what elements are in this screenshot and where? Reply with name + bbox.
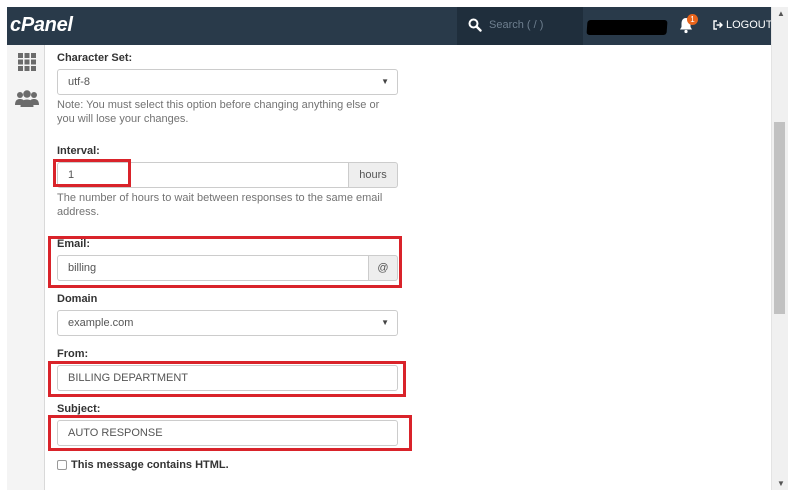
interval-highlight [53,159,131,187]
logout-label: LOGOUT [726,19,773,31]
logout-button[interactable]: LOGOUT [713,19,772,31]
scroll-up-icon[interactable]: ▲ [777,9,785,18]
side-nav [7,45,45,490]
chevron-down-icon: ▼ [381,318,389,327]
cpanel-logo[interactable]: cPanel [10,14,73,37]
html-checkbox-row[interactable]: This message contains HTML. [57,459,229,471]
top-header: cPanel Search ( / ) 1 LOGOUT [7,7,775,45]
interval-help: The number of hours to wait between resp… [57,192,383,218]
subject-label: Subject: [57,403,101,415]
search-box[interactable]: Search ( / ) [457,7,583,45]
notification-badge: 1 [687,14,698,25]
from-label: From: [57,348,89,360]
scroll-thumb[interactable] [774,122,785,314]
charset-note: Note: You must select this option before… [57,99,380,125]
from-highlight [48,361,406,397]
scroll-down-icon[interactable]: ▼ [777,479,785,488]
chevron-down-icon: ▼ [381,77,389,86]
html-checkbox-label: This message contains HTML. [71,459,229,471]
subject-highlight [48,415,412,451]
users-icon[interactable] [15,90,39,108]
charset-value: utf-8 [68,76,91,88]
interval-label: Interval: [57,145,100,157]
vertical-scrollbar[interactable]: ▲ ▼ [771,7,788,490]
interval-unit-addon: hours [348,162,398,188]
logout-icon [713,20,723,30]
html-checkbox[interactable] [57,460,67,470]
charset-select[interactable]: utf-8 ▼ [57,69,398,95]
domain-label: Domain [57,293,98,305]
charset-label: Character Set: [57,52,133,64]
apps-grid-icon[interactable] [18,53,36,71]
domain-select[interactable]: example.com ▼ [57,310,398,336]
search-placeholder: Search ( / ) [489,19,544,31]
domain-value: example.com [68,317,134,329]
search-icon [468,18,482,32]
email-highlight [48,236,402,288]
redacted-username[interactable] [586,20,668,35]
